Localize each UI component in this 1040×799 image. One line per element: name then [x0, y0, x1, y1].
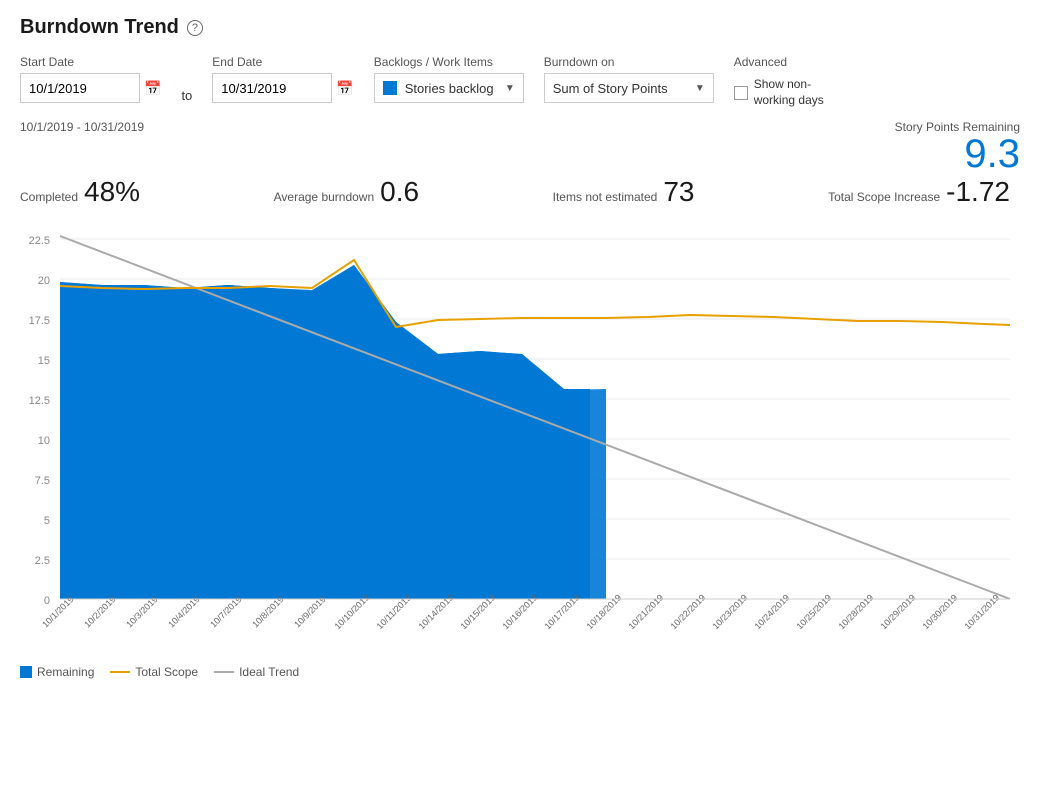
- burndown-dropdown[interactable]: Sum of Story Points ▼: [544, 73, 714, 103]
- remaining-area: [60, 265, 606, 599]
- items-not-estimated-label: Items not estimated: [553, 190, 658, 204]
- svg-text:10/28/2019: 10/28/2019: [836, 593, 875, 632]
- start-date-input[interactable]: [20, 73, 140, 103]
- svg-text:10/30/2019: 10/30/2019: [920, 593, 959, 632]
- completed-label: Completed: [20, 190, 78, 204]
- svg-text:22.5: 22.5: [29, 235, 50, 247]
- svg-text:15: 15: [38, 355, 50, 367]
- svg-text:10/25/2019: 10/25/2019: [794, 593, 833, 632]
- story-points-value: 9.3: [895, 134, 1020, 174]
- svg-text:10: 10: [38, 435, 50, 447]
- svg-text:10/22/2019: 10/22/2019: [668, 593, 707, 632]
- ideal-trend-legend-icon: [214, 671, 234, 673]
- total-scope-label: Total Scope Increase: [828, 190, 940, 204]
- burndown-value: Sum of Story Points: [553, 81, 668, 96]
- date-range: 10/1/2019 - 10/31/2019: [20, 120, 144, 134]
- show-nonworking-label: Show non-working days: [754, 77, 834, 108]
- svg-text:10/29/2019: 10/29/2019: [878, 593, 917, 632]
- page-title: Burndown Trend: [20, 16, 179, 39]
- svg-text:2.5: 2.5: [35, 555, 50, 567]
- remaining-legend-label: Remaining: [37, 665, 94, 679]
- svg-text:0: 0: [44, 595, 50, 607]
- burndown-chevron-icon: ▼: [695, 83, 705, 94]
- completed-value: 48%: [84, 178, 140, 206]
- backlogs-label: Backlogs / Work Items: [374, 55, 524, 69]
- start-date-label: Start Date: [20, 55, 161, 69]
- svg-text:17.5: 17.5: [29, 315, 50, 327]
- items-not-estimated-value: 73: [663, 178, 694, 206]
- svg-text:10/23/2019: 10/23/2019: [710, 593, 749, 632]
- legend-remaining: Remaining: [20, 665, 94, 679]
- calendar-icon[interactable]: 📅: [144, 80, 161, 97]
- chart-area: 22.5 20 17.5 15 12.5 10 7.5 5 2.5 0: [20, 214, 1020, 657]
- svg-text:12.5: 12.5: [29, 395, 50, 407]
- show-nonworking-checkbox[interactable]: [734, 86, 748, 100]
- average-value: 0.6: [380, 178, 419, 206]
- ideal-trend-legend-label: Ideal Trend: [239, 665, 299, 679]
- total-scope-value: -1.72: [946, 178, 1010, 206]
- remaining-legend-icon: [20, 666, 32, 678]
- svg-text:10/21/2019: 10/21/2019: [626, 593, 665, 632]
- svg-text:20: 20: [38, 275, 50, 287]
- burndown-label: Burndown on: [544, 55, 714, 69]
- to-label: to: [181, 88, 192, 103]
- svg-text:5: 5: [44, 515, 50, 527]
- help-icon[interactable]: ?: [187, 20, 203, 36]
- total-scope-legend-icon: [110, 671, 130, 673]
- total-scope-legend-label: Total Scope: [135, 665, 198, 679]
- backlogs-value: Stories backlog: [405, 81, 494, 96]
- chevron-down-icon: ▼: [505, 83, 515, 94]
- svg-text:7.5: 7.5: [35, 475, 50, 487]
- backlogs-dropdown[interactable]: Stories backlog ▼: [374, 73, 524, 103]
- average-label: Average burndown: [274, 190, 375, 204]
- end-date-label: End Date: [212, 55, 353, 69]
- svg-text:10/31/2019: 10/31/2019: [962, 593, 1001, 632]
- backlog-icon: [383, 81, 397, 95]
- burndown-chart: 22.5 20 17.5 15 12.5 10 7.5 5 2.5 0: [20, 214, 1020, 654]
- legend-ideal-trend: Ideal Trend: [214, 665, 299, 679]
- calendar-end-icon[interactable]: 📅: [336, 80, 353, 97]
- svg-text:10/24/2019: 10/24/2019: [752, 593, 791, 632]
- end-date-input[interactable]: [212, 73, 332, 103]
- advanced-label: Advanced: [734, 55, 834, 69]
- legend: Remaining Total Scope Ideal Trend: [20, 665, 1020, 679]
- legend-total-scope: Total Scope: [110, 665, 198, 679]
